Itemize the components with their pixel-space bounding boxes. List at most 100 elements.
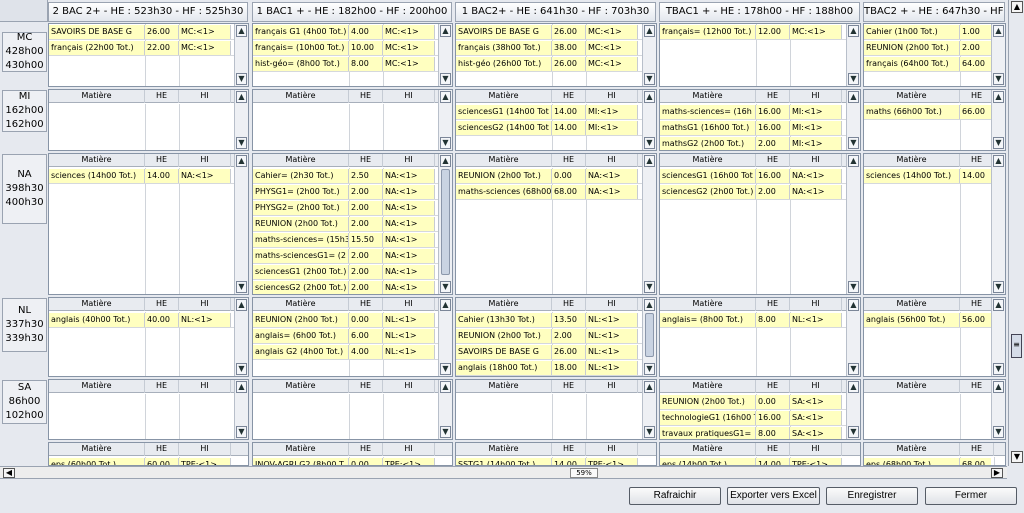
scroll-up-arrow-icon[interactable]: ▲ [644, 25, 655, 37]
subject-row[interactable]: anglais (40h00 Tot.) 40.00 NL:<1> [49, 312, 234, 328]
cell-scrollbar[interactable]: ▲ ▼ [642, 90, 656, 150]
scroll-up-arrow-icon[interactable]: ▲ [236, 299, 247, 311]
cell-scrollbar[interactable]: ▲ ▼ [991, 24, 1005, 86]
subject-row[interactable]: hist-géo (26h00 Tot.) 26.00 MC:<1> [456, 56, 642, 72]
subject-row[interactable]: mathsG1 (16h00 Tot.) 16.00 MI:<1> [660, 120, 846, 136]
subject-row[interactable]: REUNION (2h00 Tot.) 2.00 NL:<1> [456, 328, 642, 344]
subject-row[interactable]: anglais= (6h00 Tot.) 6.00 NL:<1> [253, 328, 438, 344]
subject-row[interactable]: INOV-AGRI G2 (8h00 T 0.00 TPE:<1> [253, 457, 438, 465]
vertical-scrollbar[interactable]: ▲ ≡ ▼ [1008, 0, 1024, 466]
subject-row[interactable]: maths-sciences (68h00 68.00 NA:<1> [456, 184, 642, 200]
subject-row[interactable]: maths (66h00 Tot.)66.00MI [864, 104, 991, 120]
scroll-up-arrow-icon[interactable]: ▲ [644, 299, 655, 311]
scroll-down-arrow-icon[interactable]: ▼ [440, 137, 451, 149]
subject-row[interactable]: anglais= (8h00 Tot.) 8.00 NL:<1> [660, 312, 846, 328]
subject-row[interactable]: maths-sciences= (15h3 15.50 NA:<1> [253, 232, 438, 248]
scroll-up-arrow-icon[interactable]: ▲ [993, 299, 1004, 311]
column-header-4[interactable]: TBAC1 + - HE : 178h00 - HF : 188h00 [659, 2, 860, 22]
scroll-up-arrow-icon[interactable]: ▲ [993, 155, 1004, 167]
scroll-up-arrow-icon[interactable]: ▲ [440, 381, 451, 393]
scroll-up-arrow-icon[interactable]: ▲ [993, 381, 1004, 393]
cell-scrollbar[interactable]: ▲ ▼ [438, 298, 452, 376]
scroll-up-arrow-icon[interactable]: ▲ [644, 381, 655, 393]
subject-row[interactable]: REUNION (2h00 Tot.) 2.00 NA:<1> [253, 216, 438, 232]
scroll-right-arrow-icon[interactable]: ▶ [991, 468, 1003, 478]
scroll-up-arrow-icon[interactable]: ▲ [440, 155, 451, 167]
scroll-down-arrow-icon[interactable]: ▼ [993, 363, 1004, 375]
column-header-2[interactable]: 1 BAC1 + - HE : 182h00 - HF : 200h00 [252, 2, 452, 22]
subject-row[interactable]: PHYSG2= (2h00 Tot.) 2.00 NA:<1> [253, 200, 438, 216]
scroll-down-arrow-icon[interactable]: ▼ [644, 363, 655, 375]
scroll-down-arrow-icon[interactable]: ▼ [236, 363, 247, 375]
subject-row[interactable]: SAVOIRS DE BASE G 26.00 MC:<1> [49, 24, 234, 40]
scroll-up-arrow-icon[interactable]: ▲ [236, 25, 247, 37]
subject-row[interactable]: anglais G2 (4h00 Tot.) 4.00 NL:<1> [253, 344, 438, 360]
cell-scrollbar[interactable]: ▲ ▼ [234, 298, 248, 376]
scroll-down-arrow-icon[interactable]: ▼ [848, 363, 859, 375]
column-header-5[interactable]: TBAC2 + - HE : 647h30 - HF : 649h30 [863, 2, 1005, 22]
cell-scrollbar[interactable]: ▲ ▼ [846, 380, 860, 439]
subject-row[interactable]: Cahier (1h00 Tot.)1.00MC [864, 24, 991, 40]
scroll-down-arrow-icon[interactable]: ▼ [848, 137, 859, 149]
scroll-thumb[interactable] [645, 313, 654, 357]
cell-scrollbar[interactable]: ▲ ▼ [991, 154, 1005, 294]
subject-row[interactable]: PHYSG1= (2h00 Tot.) 2.00 NA:<1> [253, 184, 438, 200]
scroll-down-arrow-icon[interactable]: ▼ [848, 281, 859, 293]
scroll-down-arrow-icon[interactable]: ▼ [848, 73, 859, 85]
cell-scrollbar[interactable]: ▲ ▼ [991, 380, 1005, 439]
subject-row[interactable]: Cahier= (2h30 Tot.) 2.50 NA:<1> [253, 168, 438, 184]
cell-scrollbar[interactable]: ▲ ▼ [438, 90, 452, 150]
zoom-level[interactable]: 59% [570, 468, 598, 478]
cell-scrollbar[interactable]: ▲ ▼ [642, 380, 656, 439]
subject-row[interactable]: eps (60h00 Tot.) 60.00 TPE:<1> [49, 457, 234, 465]
scroll-up-arrow-icon[interactable]: ▲ [993, 25, 1004, 37]
scroll-down-arrow-icon[interactable]: ▼ [993, 73, 1004, 85]
subject-row[interactable]: REUNION (2h00 Tot.) 0.00 NL:<1> [253, 312, 438, 328]
subject-row[interactable]: anglais (18h00 Tot.) 18.00 NL:<1> [456, 360, 642, 376]
scroll-up-arrow-icon[interactable]: ▲ [644, 155, 655, 167]
subject-row[interactable]: anglais (56h00 Tot.)56.00NL [864, 312, 991, 328]
subject-row[interactable]: eps (14h00 Tot.) 14.00 TPE:<1> [660, 457, 846, 465]
scroll-up-arrow-icon[interactable]: ▲ [848, 91, 859, 103]
horizontal-scrollbar[interactable]: ◀ 59% ▶ [0, 466, 1007, 479]
scroll-down-arrow-icon[interactable]: ▼ [644, 137, 655, 149]
scroll-up-arrow-icon[interactable]: ▲ [993, 91, 1004, 103]
subject-row[interactable]: REUNION (2h00 Tot.)2.00MC [864, 40, 991, 56]
scroll-thumb[interactable] [441, 169, 450, 275]
subject-row[interactable]: SSTG1 (14h00 Tot.) 14.00 TPE:<1> [456, 457, 642, 465]
subject-row[interactable]: français= (12h00 Tot.) 12.00 MC:<1> [660, 24, 846, 40]
cell-scrollbar[interactable]: ▲ ▼ [642, 154, 656, 294]
subject-row[interactable]: sciencesG1 (2h00 Tot.) 2.00 NA:<1> [253, 264, 438, 280]
subject-row[interactable]: français (64h00 Tot.)64.00MC [864, 56, 991, 72]
refresh-button[interactable]: Rafraichir [629, 487, 721, 505]
cell-scrollbar[interactable]: ▲ ▼ [234, 24, 248, 86]
subject-row[interactable]: français= (10h00 Tot.) 10.00 MC:<1> [253, 40, 438, 56]
close-button[interactable]: Fermer [925, 487, 1017, 505]
scroll-down-arrow-icon[interactable]: ▼ [236, 73, 247, 85]
scroll-down-arrow-icon[interactable]: ▼ [1011, 451, 1023, 463]
subject-row[interactable]: sciencesG2 (2h00 Tot.) 2.00 NA:<1> [253, 280, 438, 294]
scroll-down-arrow-icon[interactable]: ▼ [440, 281, 451, 293]
cell-scrollbar[interactable]: ▲ ▼ [991, 298, 1005, 376]
subject-row[interactable]: français G1 (4h00 Tot.) 4.00 MC:<1> [253, 24, 438, 40]
subject-row[interactable]: maths-sciencesG1= (2 2.00 NA:<1> [253, 248, 438, 264]
row-header-sa[interactable]: SA 86h00 102h00 [2, 380, 47, 424]
subject-row[interactable]: sciencesG2 (2h00 Tot.) 2.00 NA:<1> [660, 184, 846, 200]
row-header-nl[interactable]: NL 337h30 339h30 [2, 298, 47, 352]
subject-row[interactable]: SAVOIRS DE BASE G 26.00 MC:<1> [456, 24, 642, 40]
scroll-down-arrow-icon[interactable]: ▼ [644, 73, 655, 85]
cell-scrollbar[interactable]: ▲ ▼ [846, 24, 860, 86]
subject-row[interactable]: français (22h00 Tot.) 22.00 MC:<1> [49, 40, 234, 56]
cell-scrollbar[interactable]: ▲ ▼ [438, 24, 452, 86]
scroll-up-arrow-icon[interactable]: ▲ [440, 25, 451, 37]
subject-row[interactable]: sciencesG2 (14h00 Tot 14.00 MI:<1> [456, 120, 642, 136]
row-header-na[interactable]: NA 398h30 400h30 [2, 154, 47, 224]
cell-scrollbar[interactable]: ▲ ▼ [234, 90, 248, 150]
subject-row[interactable]: français (38h00 Tot.) 38.00 MC:<1> [456, 40, 642, 56]
scroll-up-arrow-icon[interactable]: ▲ [644, 91, 655, 103]
scroll-up-arrow-icon[interactable]: ▲ [848, 299, 859, 311]
scroll-up-arrow-icon[interactable]: ▲ [236, 381, 247, 393]
scroll-down-arrow-icon[interactable]: ▼ [993, 281, 1004, 293]
row-header-mc[interactable]: MC 428h00 430h00 [2, 32, 47, 72]
scroll-down-arrow-icon[interactable]: ▼ [236, 281, 247, 293]
